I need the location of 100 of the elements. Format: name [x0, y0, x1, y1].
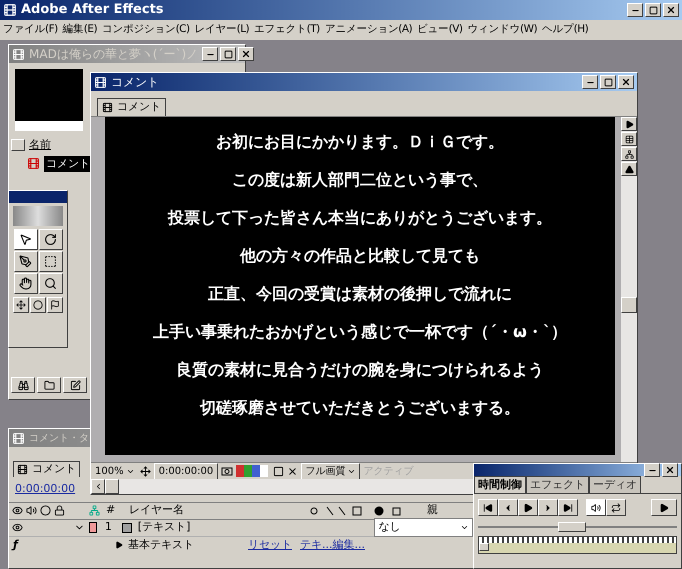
- layer-name[interactable]: [テキスト]: [138, 519, 252, 536]
- solo-icon: [40, 505, 51, 516]
- audio-icon[interactable]: [586, 499, 606, 516]
- close-icon: [665, 465, 675, 475]
- close-icon: [666, 5, 676, 15]
- first-frame-icon[interactable]: [478, 499, 498, 516]
- label-color-swatch[interactable]: [88, 522, 97, 533]
- marquee-tool-icon[interactable]: [38, 251, 62, 272]
- tab-label: コメント: [117, 99, 161, 116]
- channel-swatches-icon: [236, 465, 270, 477]
- property-link[interactable]: リセット: [248, 536, 292, 554]
- project-item[interactable]: コメント: [44, 156, 92, 172]
- minimize-button[interactable]: [582, 75, 598, 89]
- close-button[interactable]: [618, 75, 634, 89]
- transparency-grid-icon: [287, 466, 298, 476]
- effect-mark: ƒ: [10, 536, 20, 553]
- selection-tool-icon[interactable]: [14, 229, 38, 250]
- time-marker[interactable]: [479, 543, 489, 551]
- minimize-button[interactable]: [202, 47, 218, 61]
- caption-line: 他の方々の作品と比較して見ても: [240, 245, 480, 267]
- menu-item[interactable]: ウィンドウ(W): [468, 22, 538, 38]
- minimize-button[interactable]: [627, 3, 643, 17]
- scroll-thumb[interactable]: [105, 479, 119, 494]
- move-tool-icon[interactable]: [13, 297, 29, 313]
- layer-number: 1: [104, 519, 112, 536]
- scroll-up-icon[interactable]: [621, 162, 637, 176]
- column-header[interactable]: 名前: [29, 137, 51, 154]
- palette-tab[interactable]: エフェクト: [526, 476, 589, 493]
- caption-line: 切磋琢磨させていただきとうございまする。: [200, 397, 520, 419]
- property-name[interactable]: 基本テキスト: [128, 536, 248, 554]
- menu-item[interactable]: ヘルプ(H): [542, 22, 588, 38]
- maximize-button[interactable]: [645, 3, 661, 17]
- loop-icon[interactable]: [606, 499, 626, 516]
- window-title: コメント・タ: [29, 432, 89, 446]
- caption-line: お初にお目にかかります。ＤｉＧです。: [216, 131, 504, 153]
- caption-line: この度は新人部門二位という事で、: [232, 169, 488, 191]
- window-icon: [94, 76, 107, 88]
- previous-frame-icon[interactable]: [498, 499, 518, 516]
- timeline-tab[interactable]: コメント: [13, 461, 80, 477]
- tab-label: コメント: [32, 461, 76, 478]
- lock-icon: [54, 505, 65, 516]
- caption-line: 投票して下った皆さん本当にありがとうございます。: [168, 207, 552, 229]
- jog-handle[interactable]: [558, 522, 586, 532]
- current-time[interactable]: 0:00:00:00: [9, 477, 82, 502]
- pen-tool-icon[interactable]: [14, 251, 38, 272]
- parent-dropdown[interactable]: なし: [374, 518, 473, 537]
- column-header: #: [106, 502, 116, 518]
- zoom-dropdown[interactable]: 100%: [93, 464, 137, 478]
- flowchart-icon[interactable]: [621, 147, 637, 161]
- menu-item[interactable]: 編集(E): [62, 22, 98, 38]
- column-header: レイヤー名: [129, 502, 186, 518]
- menu-item[interactable]: アニメーション(A): [324, 22, 412, 38]
- rotate-tool-icon[interactable]: [38, 229, 62, 250]
- close-button[interactable]: [662, 463, 678, 477]
- composition-button-icon[interactable]: [63, 377, 87, 393]
- menu-item[interactable]: レイヤー(L): [194, 22, 250, 38]
- property-link[interactable]: テキ...編集...: [300, 536, 365, 554]
- menu-item[interactable]: エフェクト(T): [254, 22, 320, 38]
- maximize-button[interactable]: [220, 47, 236, 61]
- close-button[interactable]: [238, 47, 254, 61]
- close-icon: [241, 49, 252, 59]
- close-button[interactable]: [663, 3, 679, 17]
- zoom-tool-icon[interactable]: [38, 273, 62, 294]
- scroll-left-icon[interactable]: [91, 479, 105, 494]
- list-icon[interactable]: [621, 132, 637, 146]
- window-icon: [12, 432, 25, 444]
- region-icon: [273, 466, 284, 476]
- app-icon: [3, 3, 17, 17]
- caption-line: 良質の素材に見合うだけの腕を身につけられるよう: [176, 359, 544, 381]
- close-icon: [621, 77, 631, 87]
- last-frame-icon[interactable]: [558, 499, 578, 516]
- menu-item[interactable]: ビュー(V): [417, 22, 463, 38]
- column-header: 親: [427, 502, 438, 518]
- disclosure-triangle-icon[interactable]: [115, 541, 123, 549]
- shy-icon: [89, 505, 100, 516]
- find-button-icon[interactable]: [11, 377, 35, 393]
- flag-tool-icon[interactable]: [47, 297, 63, 313]
- menu-item[interactable]: ファイル(F): [3, 22, 58, 38]
- next-frame-icon[interactable]: [538, 499, 558, 516]
- maximize-icon: [648, 6, 658, 14]
- composition-icon: [27, 157, 40, 170]
- app-title: Adobe After Effects: [21, 1, 164, 20]
- eye-icon: [12, 505, 23, 516]
- hand-tool-icon[interactable]: [14, 273, 38, 294]
- ellipse-tool-icon[interactable]: [30, 297, 46, 313]
- play-icon[interactable]: [518, 499, 538, 516]
- camera-icon: [221, 466, 234, 476]
- palette-tab[interactable]: 時間制御: [474, 476, 526, 493]
- composition-tab[interactable]: コメント: [97, 98, 166, 116]
- folder-icon[interactable]: [37, 377, 61, 393]
- scroll-thumb[interactable]: [621, 297, 637, 313]
- maximize-button[interactable]: [600, 75, 616, 89]
- speaker-icon: [26, 505, 37, 516]
- minimize-button[interactable]: [644, 463, 660, 477]
- menu-item[interactable]: コンポジション(C): [102, 22, 190, 38]
- palette-tab[interactable]: ーディオ: [589, 476, 641, 493]
- tab-icon: [17, 464, 28, 475]
- maximize-icon: [224, 50, 233, 58]
- ram-preview-icon[interactable]: [651, 499, 677, 516]
- eye-icon[interactable]: [12, 522, 23, 533]
